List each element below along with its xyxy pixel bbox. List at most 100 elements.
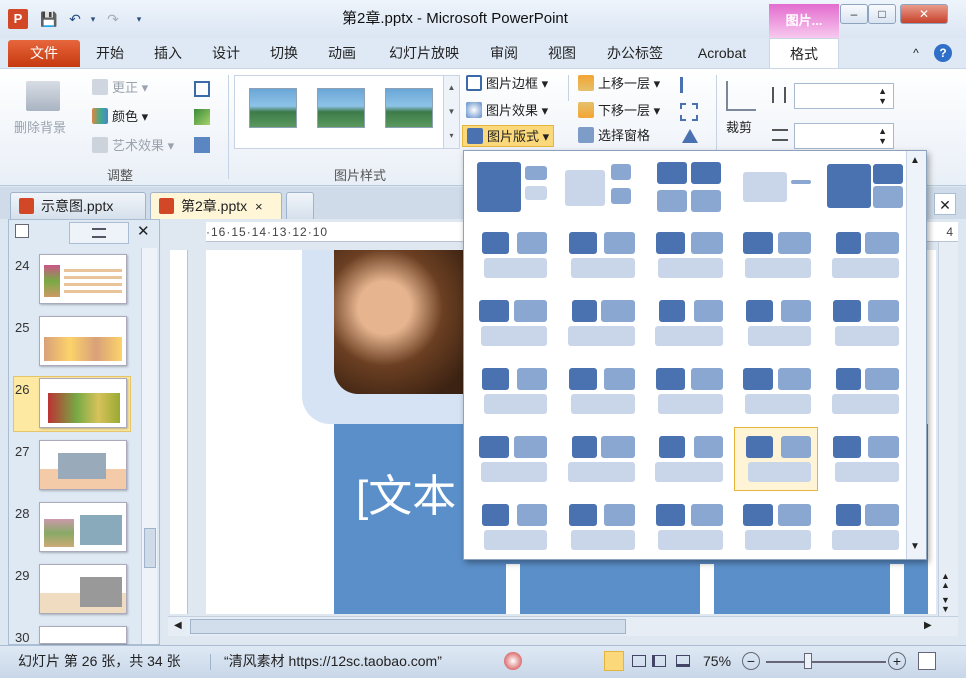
corrections-button[interactable]: 更正 ▾ (92, 77, 148, 99)
picture-layout-option[interactable] (822, 495, 906, 559)
close-tab-icon[interactable]: × (255, 199, 263, 214)
picture-layout-option[interactable] (734, 291, 818, 355)
picture-layout-option[interactable] (822, 427, 906, 491)
zoom-slider-thumb[interactable] (804, 653, 812, 669)
tab-review[interactable]: 审阅 (482, 40, 526, 67)
prev-slide-icon[interactable]: ▲ ▲ (941, 572, 950, 590)
picture-layout-option[interactable] (646, 427, 730, 491)
compress-pictures-icon[interactable] (194, 81, 210, 97)
picture-layout-option[interactable] (558, 155, 642, 219)
help-icon[interactable]: ? (934, 44, 952, 62)
artistic-effects-button[interactable]: 艺术效果 ▾ (92, 135, 174, 157)
slide-thumbnail[interactable] (39, 564, 127, 614)
picture-layout-button[interactable]: 图片版式 ▾ (462, 125, 555, 147)
slides-view-icon[interactable] (15, 224, 29, 238)
tab-animations[interactable]: 动画 (320, 40, 364, 67)
dropdown-scrollbar[interactable]: ▲ ▼ (906, 151, 926, 559)
picture-layout-option[interactable] (558, 359, 642, 423)
tab-design[interactable]: 设计 (204, 40, 248, 67)
tab-slideshow[interactable]: 幻灯片放映 (378, 40, 470, 67)
style-thumb-1[interactable] (249, 88, 297, 128)
picture-layout-option[interactable] (646, 223, 730, 287)
picture-layout-option[interactable] (470, 291, 554, 355)
close-window-button[interactable]: ✕ (900, 4, 948, 24)
picture-layout-option[interactable] (734, 495, 818, 559)
picture-layout-option[interactable] (822, 359, 906, 423)
picture-layout-option[interactable] (734, 155, 818, 219)
selection-pane-button[interactable]: 选择窗格 (578, 125, 650, 147)
customize-toolbar-icon[interactable]: ▾ (130, 10, 148, 28)
picture-layout-option[interactable] (470, 223, 554, 287)
picture-layout-option[interactable] (470, 359, 554, 423)
picture-layout-option[interactable] (558, 427, 642, 491)
width-input[interactable]: ▲ ▼ (794, 123, 894, 149)
gallery-up-icon[interactable]: ▲ (443, 76, 459, 100)
canvas-vertical-scrollbar[interactable]: ▲ ▲ ▼ ▼ (938, 242, 958, 616)
dropdown-scroll-down-icon[interactable]: ▼ (910, 541, 920, 552)
undo-icon[interactable]: ↶ (66, 10, 84, 28)
tab-insert[interactable]: 插入 (146, 40, 190, 67)
gallery-down-icon[interactable]: ▼ (443, 100, 459, 124)
tab-home[interactable]: 开始 (88, 40, 132, 67)
maximize-button[interactable]: □ (868, 4, 896, 24)
scroll-thumb[interactable] (190, 619, 626, 634)
save-icon[interactable]: 💾 (40, 10, 58, 28)
slide-thumbnail[interactable] (39, 378, 127, 428)
scroll-right-icon[interactable]: ▶ (924, 620, 932, 631)
powerpoint-app-icon[interactable]: P (8, 9, 28, 29)
change-picture-icon[interactable] (194, 109, 210, 125)
next-slide-icon[interactable]: ▼ ▼ (941, 596, 950, 614)
tab-format[interactable]: 格式 (769, 38, 839, 69)
zoom-out-icon[interactable]: − (742, 652, 760, 670)
outline-tab[interactable] (69, 222, 129, 244)
bring-forward-button[interactable]: 上移一层 ▾ (578, 73, 660, 95)
thumbnail-scrollbar[interactable] (141, 248, 157, 644)
slide-thumbnail[interactable] (39, 626, 127, 644)
reset-picture-icon[interactable] (194, 137, 210, 153)
height-input[interactable]: ▲ ▼ (794, 83, 894, 109)
fit-to-window-icon[interactable] (918, 652, 936, 670)
slide-thumbnail[interactable] (39, 502, 127, 552)
picture-layout-option[interactable] (558, 291, 642, 355)
tab-file[interactable]: 文件 (8, 40, 80, 67)
picture-layout-option[interactable] (822, 223, 906, 287)
rotate-icon[interactable] (682, 129, 698, 143)
style-thumb-3[interactable] (385, 88, 433, 128)
slideshow-icon[interactable] (676, 655, 690, 667)
doc-tab-chapter2[interactable]: 第2章.pptx × (150, 192, 282, 219)
picture-layout-option[interactable] (734, 359, 818, 423)
text-placeholder[interactable]: [文本 (356, 460, 456, 524)
tab-view[interactable]: 视图 (540, 40, 584, 67)
color-button[interactable]: 颜色 ▾ (92, 106, 148, 128)
minimize-button[interactable]: – (840, 4, 868, 24)
tab-transitions[interactable]: 切换 (262, 40, 306, 67)
picture-layout-option[interactable] (646, 495, 730, 559)
picture-effects-button[interactable]: 图片效果 ▾ (466, 100, 548, 122)
picture-layout-option[interactable] (822, 291, 906, 355)
picture-layout-option[interactable] (734, 427, 818, 491)
zoom-in-icon[interactable]: + (888, 652, 906, 670)
close-doc-icon[interactable]: ✕ (934, 193, 956, 215)
canvas-horizontal-scrollbar[interactable]: ◀ ▶ (168, 616, 958, 636)
picture-layout-option[interactable] (646, 359, 730, 423)
redo-icon[interactable]: ↷ (104, 10, 122, 28)
dropdown-scroll-up-icon[interactable]: ▲ (910, 155, 920, 166)
tab-office-tabs[interactable]: 办公标签 (598, 40, 672, 67)
crop-button[interactable]: 裁剪 (726, 117, 752, 139)
reading-view-icon[interactable] (652, 655, 666, 667)
gallery-more-icon[interactable]: ▾ (443, 124, 459, 148)
style-thumb-2[interactable] (317, 88, 365, 128)
picture-layout-option[interactable] (470, 155, 554, 219)
picture-layout-option[interactable] (646, 155, 730, 219)
remove-background-button[interactable]: 删除背景 (14, 117, 66, 139)
zoom-slider[interactable] (766, 661, 886, 663)
collapse-ribbon-icon[interactable]: ^ (906, 40, 926, 67)
new-tab-button[interactable] (286, 192, 314, 219)
align-icon[interactable] (680, 77, 700, 93)
slide-thumbnail[interactable] (39, 254, 127, 304)
close-panel-icon[interactable]: ✕ (137, 222, 150, 240)
picture-layout-option[interactable] (734, 223, 818, 287)
slide-thumbnail[interactable] (39, 440, 127, 490)
group-icon[interactable] (680, 103, 698, 121)
undo-dropdown-icon[interactable]: ▾ (84, 10, 102, 28)
